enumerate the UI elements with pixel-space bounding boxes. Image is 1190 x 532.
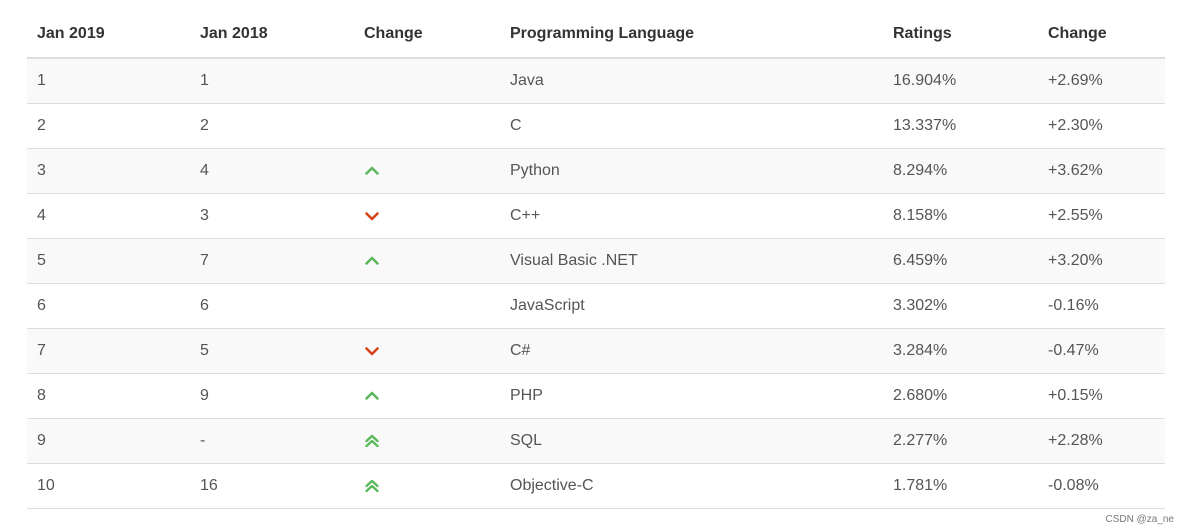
trend-cell [354, 328, 500, 374]
rank-2019-cell: 2 [27, 103, 190, 149]
table-row: 4 3 C++ 8.158% +2.55% [27, 193, 1165, 239]
table-row: 6 6 JavaScript 3.302% -0.16% [27, 283, 1165, 329]
change-cell: -0.08% [1038, 463, 1165, 509]
language-cell: Objective-C [500, 463, 883, 509]
ratings-cell: 3.284% [883, 328, 1038, 374]
ratings-cell: 16.904% [883, 57, 1038, 104]
chevron-up-icon [364, 388, 380, 404]
rank-2018-cell: 16 [190, 463, 354, 509]
language-cell: C [500, 103, 883, 149]
change-cell: +0.15% [1038, 373, 1165, 419]
change-cell: +2.28% [1038, 418, 1165, 464]
language-cell: C++ [500, 193, 883, 239]
header-jan-2019: Jan 2019 [27, 10, 190, 59]
ratings-cell: 8.294% [883, 148, 1038, 194]
ratings-cell: 2.277% [883, 418, 1038, 464]
ranking-table-container: Jan 2019 Jan 2018 Change Programming Lan… [27, 10, 1165, 509]
rank-2019-cell: 5 [27, 238, 190, 284]
language-cell: Visual Basic .NET [500, 238, 883, 284]
header-jan-2018: Jan 2018 [190, 10, 354, 59]
rank-2019-cell: 9 [27, 418, 190, 464]
rank-2018-cell: 3 [190, 193, 354, 239]
table-row: 10 16 Objective-C 1.781% -0.08% [27, 463, 1165, 509]
rank-2018-cell: 6 [190, 283, 354, 329]
chevron-up-icon [364, 253, 380, 269]
ratings-cell: 2.680% [883, 373, 1038, 419]
rank-2019-cell: 6 [27, 283, 190, 329]
change-cell: +3.62% [1038, 148, 1165, 194]
chevron-up-icon [364, 163, 380, 179]
table-body: 1 1 Java 16.904% +2.69% 2 2 C 13.337% +2.30% 3 4 Pyt… [27, 57, 1165, 509]
rank-2019-cell: 7 [27, 328, 190, 374]
ratings-cell: 13.337% [883, 103, 1038, 149]
header-row: Jan 2019 Jan 2018 Change Programming Lan… [27, 10, 1165, 59]
rank-2018-cell: - [190, 418, 354, 464]
rank-2019-cell: 1 [27, 57, 190, 104]
change-cell: +2.69% [1038, 57, 1165, 104]
double-chevron-up-icon [364, 478, 380, 494]
header-ratings: Ratings [883, 10, 1038, 59]
double-chevron-up-icon [364, 433, 380, 449]
trend-cell [354, 373, 500, 419]
change-cell: +3.20% [1038, 238, 1165, 284]
trend-cell [354, 193, 500, 239]
table-row: 7 5 C# 3.284% -0.47% [27, 328, 1165, 374]
table-row: 5 7 Visual Basic .NET 6.459% +3.20% [27, 238, 1165, 284]
language-ranking-table: Jan 2019 Jan 2018 Change Programming Lan… [27, 10, 1165, 509]
table-row: 8 9 PHP 2.680% +0.15% [27, 373, 1165, 419]
header-change: Change [1038, 10, 1165, 59]
trend-cell [354, 57, 500, 104]
table-row: 2 2 C 13.337% +2.30% [27, 103, 1165, 149]
rank-2018-cell: 5 [190, 328, 354, 374]
rank-2018-cell: 1 [190, 57, 354, 104]
trend-cell [354, 463, 500, 509]
language-cell: PHP [500, 373, 883, 419]
header-programming-language: Programming Language [500, 10, 883, 59]
trend-cell [354, 238, 500, 284]
rank-2018-cell: 9 [190, 373, 354, 419]
watermark: CSDN @za_ne [1105, 514, 1174, 525]
language-cell: C# [500, 328, 883, 374]
rank-2018-cell: 4 [190, 148, 354, 194]
table-row: 3 4 Python 8.294% +3.62% [27, 148, 1165, 194]
trend-cell [354, 418, 500, 464]
rank-2019-cell: 3 [27, 148, 190, 194]
rank-2018-cell: 2 [190, 103, 354, 149]
ratings-cell: 1.781% [883, 463, 1038, 509]
change-cell: -0.47% [1038, 328, 1165, 374]
ratings-cell: 3.302% [883, 283, 1038, 329]
table-row: 1 1 Java 16.904% +2.69% [27, 57, 1165, 104]
rank-2019-cell: 8 [27, 373, 190, 419]
language-cell: SQL [500, 418, 883, 464]
trend-cell [354, 148, 500, 194]
rank-2019-cell: 4 [27, 193, 190, 239]
header-change-trend: Change [354, 10, 500, 59]
rank-2018-cell: 7 [190, 238, 354, 284]
table-row: 9- SQL 2.277% +2.28% [27, 418, 1165, 464]
trend-cell [354, 283, 500, 329]
language-cell: JavaScript [500, 283, 883, 329]
language-cell: Python [500, 148, 883, 194]
ratings-cell: 8.158% [883, 193, 1038, 239]
chevron-down-icon [364, 343, 380, 359]
change-cell: +2.55% [1038, 193, 1165, 239]
trend-cell [354, 103, 500, 149]
chevron-down-icon [364, 208, 380, 224]
rank-2019-cell: 10 [27, 463, 190, 509]
ratings-cell: 6.459% [883, 238, 1038, 284]
change-cell: -0.16% [1038, 283, 1165, 329]
table-header: Jan 2019 Jan 2018 Change Programming Lan… [27, 10, 1165, 59]
language-cell: Java [500, 57, 883, 104]
change-cell: +2.30% [1038, 103, 1165, 149]
